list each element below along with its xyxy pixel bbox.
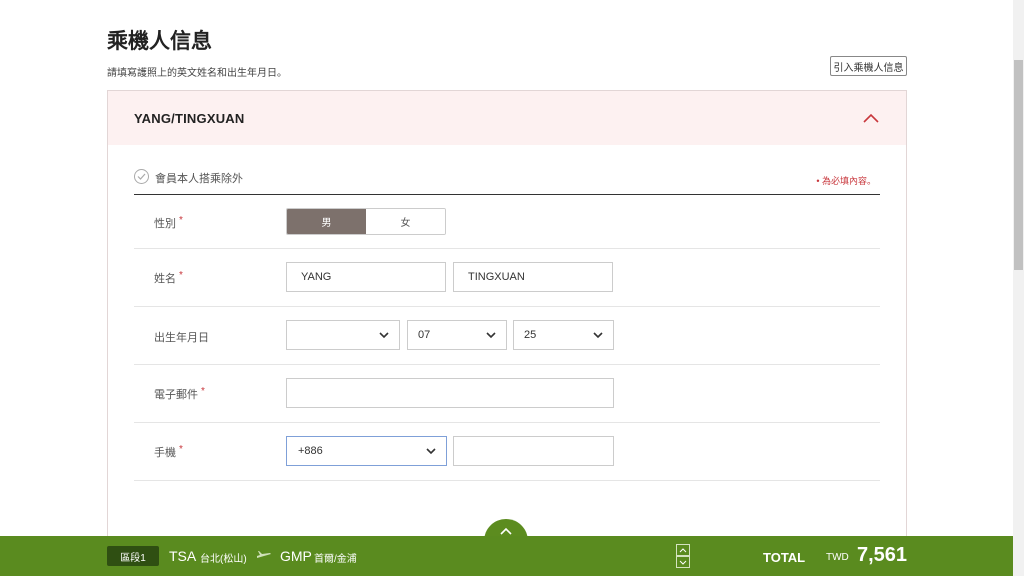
- chevron-up-icon[interactable]: [676, 544, 690, 556]
- currency-label: TWD: [826, 552, 849, 563]
- destination-city: 首爾/金浦: [314, 554, 357, 565]
- last-name-input[interactable]: YANG: [286, 262, 446, 292]
- name-row: 姓名 * YANG TINGXUAN: [134, 249, 880, 307]
- country-code-value: +886: [298, 445, 323, 457]
- gender-toggle[interactable]: 男 女: [286, 208, 446, 235]
- total-label: TOTAL: [763, 550, 806, 565]
- check-circle-icon[interactable]: [134, 169, 149, 184]
- email-field[interactable]: [286, 378, 614, 408]
- passenger-info-page: 乘機人信息 請填寫護照上的英文姓名和出生年月日。 引入乘機人信息 YANG/TI…: [0, 0, 1024, 576]
- page-title: 乘機人信息: [107, 30, 212, 53]
- gender-male-option[interactable]: 男: [287, 209, 366, 234]
- birth-year-select[interactable]: [286, 320, 400, 350]
- gender-label: 性別 *: [154, 215, 183, 230]
- exclude-member-row: 會員本人搭乘除外 • 為必填內容。: [134, 169, 880, 195]
- phone-number-input[interactable]: [453, 436, 614, 466]
- required-note: • 為必填內容。: [816, 176, 876, 186]
- price-toggle[interactable]: [676, 544, 690, 568]
- country-code-select[interactable]: +886: [286, 436, 447, 466]
- email-label: 電子郵件 *: [154, 386, 205, 401]
- passenger-panel-header[interactable]: YANG/TINGXUAN: [108, 91, 906, 145]
- birth-day-select[interactable]: 25: [513, 320, 614, 350]
- gender-female-option[interactable]: 女: [366, 209, 445, 234]
- chevron-down-icon: [379, 332, 389, 339]
- segment-badge: 區段1: [107, 546, 159, 566]
- birth-month-select[interactable]: 07: [407, 320, 507, 350]
- chevron-down-icon[interactable]: [676, 556, 690, 568]
- birthdate-row: 出生年月日 07 25: [134, 307, 880, 365]
- itinerary-bar: 區段1 TSA 台北(松山) GMP 首爾/金浦 TOTAL TWD 7,561: [0, 536, 1024, 576]
- first-name-input[interactable]: TINGXUAN: [453, 262, 613, 292]
- required-star: *: [201, 386, 205, 397]
- chevron-down-icon: [426, 448, 436, 455]
- passenger-name: YANG/TINGXUAN: [134, 110, 245, 126]
- required-star: *: [179, 215, 183, 226]
- origin-city: 台北(松山): [200, 554, 247, 565]
- birth-month-value: 07: [418, 329, 431, 341]
- origin-code: TSA: [169, 548, 197, 564]
- total-amount: 7,561: [857, 544, 908, 566]
- email-row: 電子郵件 *: [134, 365, 880, 423]
- birthdate-label: 出生年月日: [154, 332, 209, 344]
- phone-label: 手機 *: [154, 444, 183, 459]
- name-label: 姓名 *: [154, 270, 183, 285]
- page-subtitle: 請填寫護照上的英文姓名和出生年月日。: [107, 68, 287, 79]
- required-star: *: [179, 270, 183, 281]
- gender-row: 性別 * 男 女: [134, 195, 880, 249]
- passenger-panel: YANG/TINGXUAN 會員本人搭乘除外 • 為必填內容。 性別 * 男 女 …: [107, 90, 907, 550]
- plane-icon: [257, 551, 271, 558]
- chevron-up-icon[interactable]: [862, 109, 880, 127]
- exclude-member-label[interactable]: 會員本人搭乘除外: [155, 170, 243, 186]
- chevron-down-icon: [486, 332, 496, 339]
- import-passenger-button[interactable]: 引入乘機人信息: [830, 56, 907, 76]
- destination-code: GMP: [280, 548, 312, 564]
- chevron-down-icon: [593, 332, 603, 339]
- required-star: *: [179, 444, 183, 455]
- chevron-up-icon: [500, 527, 512, 535]
- phone-row: 手機 * +886: [134, 423, 880, 481]
- scrollbar-thumb[interactable]: [1014, 60, 1023, 270]
- birth-day-value: 25: [524, 329, 537, 341]
